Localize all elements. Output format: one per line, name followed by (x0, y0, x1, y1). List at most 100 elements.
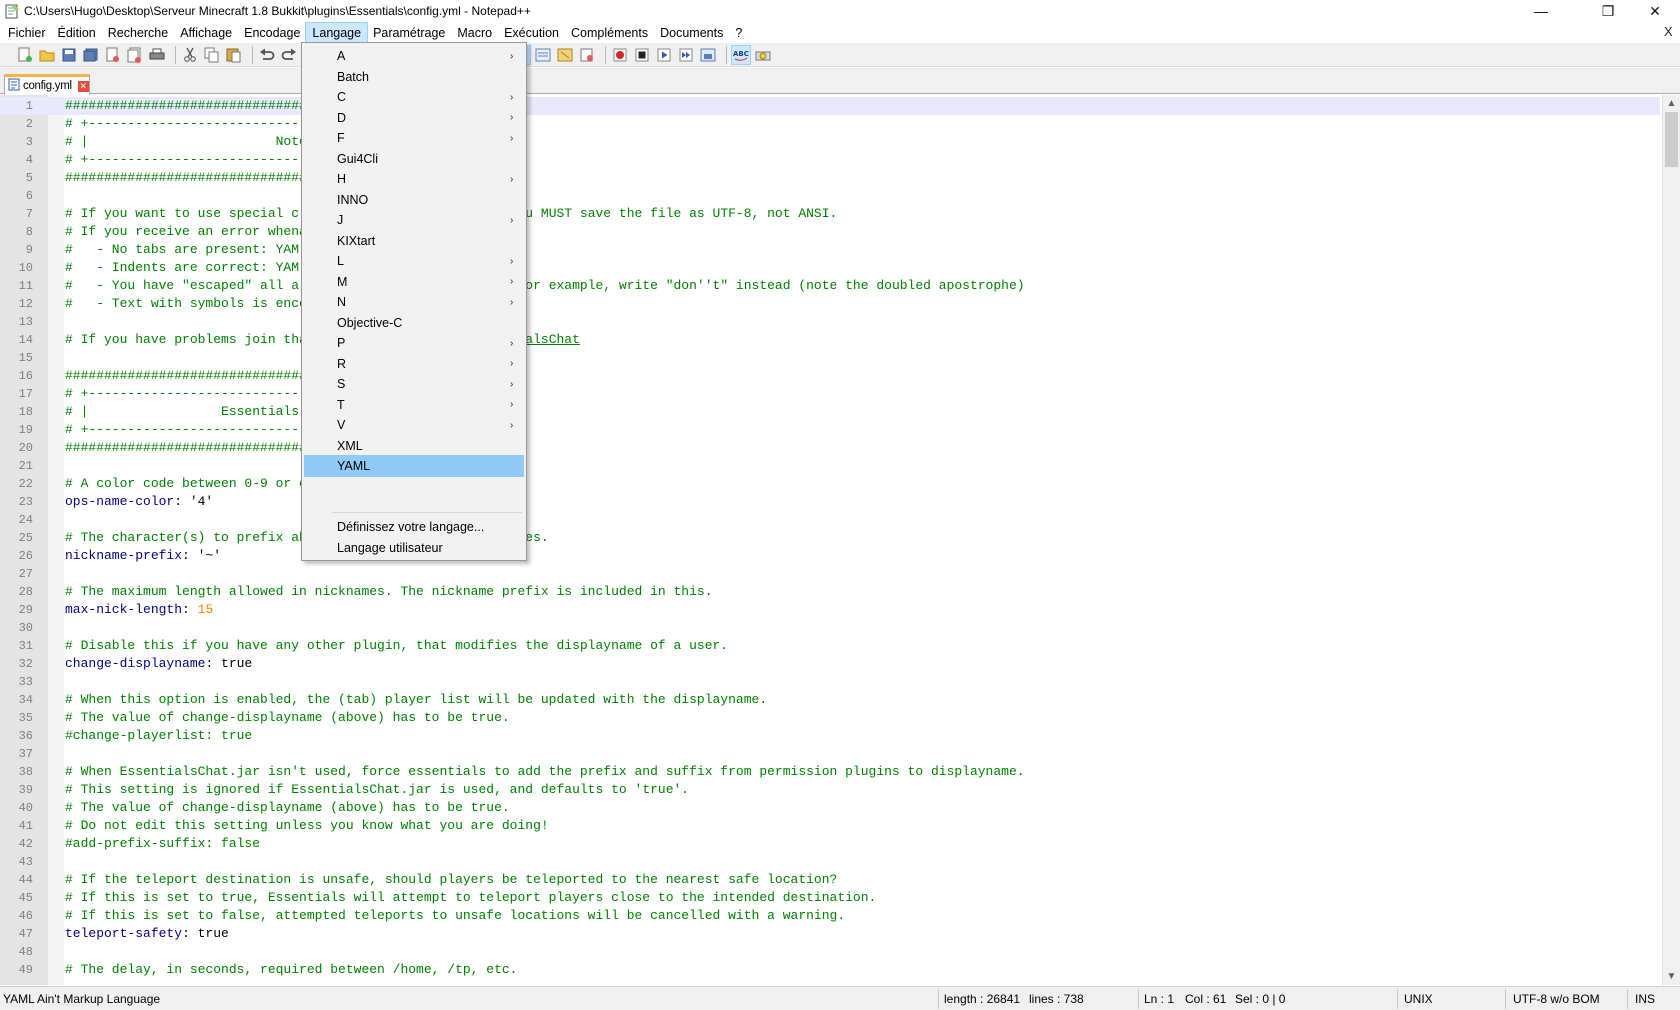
menu-macro[interactable]: Macro (451, 23, 498, 43)
close-document-button[interactable]: X (1664, 24, 1673, 39)
editor[interactable]: 1 ################################# 2 # +--… (0, 95, 1680, 985)
code-line[interactable]: 14# If you have problems join thannel: h… (0, 331, 1660, 349)
plugin-icon[interactable] (754, 46, 772, 64)
stop-macro-icon[interactable] (633, 46, 651, 64)
code-line[interactable]: 49 # The delay, in seconds, required betw… (0, 961, 1660, 979)
scroll-down-icon[interactable]: ▼ (1663, 968, 1680, 985)
copy-icon[interactable] (203, 46, 221, 64)
code-line[interactable]: 17 # +----------------------------- # (0, 385, 1660, 403)
menu-complements[interactable]: Compléments (565, 23, 654, 43)
spell-check-icon[interactable]: ABC (731, 44, 751, 65)
code-line[interactable]: 46 # If this is set to false, attempted t… (0, 907, 1660, 925)
code-line[interactable]: 32 change-displayname: true (0, 655, 1660, 673)
code-line[interactable]: 5 ################################# (0, 169, 1660, 187)
code-line[interactable]: 27 (0, 565, 1660, 583)
code-line[interactable]: 19 # +----------------------------- # (0, 421, 1660, 439)
menu-help[interactable]: ? (729, 23, 748, 43)
language-item-batch[interactable]: Batch (304, 66, 524, 88)
menu-langage[interactable]: Langage (305, 21, 369, 44)
code-line[interactable]: 22 # A color code between 0-9 or e. (0, 475, 1660, 493)
language-item-j[interactable]: J › (304, 209, 524, 231)
code-line[interactable]: 39 # This setting is ignored if Essential… (0, 781, 1660, 799)
language-item-kixtart[interactable]: KIXtart (304, 230, 524, 252)
language-item-objective-c[interactable]: Objective-C (304, 312, 524, 334)
close-window-button[interactable]: ✕ (1632, 0, 1678, 22)
document-map-icon[interactable] (556, 46, 574, 64)
redo-icon[interactable] (280, 46, 298, 64)
code-line[interactable]: 38 # When EssentialsChat.jar isn't used, … (0, 763, 1660, 781)
record-macro-icon[interactable] (611, 46, 629, 64)
language-item-t[interactable]: T › (304, 394, 524, 416)
menu-edition[interactable]: Édition (52, 23, 102, 43)
code-line[interactable]: 41 # Do not edit this setting unless you … (0, 817, 1660, 835)
code-line[interactable]: 11 # - You have "escaped" all a you want … (0, 277, 1660, 295)
minimize-button[interactable]: — (1518, 0, 1564, 22)
code-line[interactable]: 13 (0, 313, 1660, 331)
language-item-m[interactable]: M › (304, 271, 524, 293)
code-line[interactable]: 20 ################################# (0, 439, 1660, 457)
code-line[interactable]: 43 (0, 853, 1660, 871)
language-item-v[interactable]: V › (304, 414, 524, 436)
menu-encodage[interactable]: Encodage (238, 23, 306, 43)
code-line[interactable]: 2 # +----------------------------- # (0, 115, 1660, 133)
undo-icon[interactable] (258, 46, 276, 64)
open-file-icon[interactable] (38, 46, 56, 64)
code-line[interactable]: 40 # The value of change-displayname (abo… (0, 799, 1660, 817)
language-item-f[interactable]: F › (304, 127, 524, 149)
run-macro-multiple-icon[interactable] (677, 46, 695, 64)
code-line[interactable]: 42 #add-prefix-suffix: false (0, 835, 1660, 853)
paste-icon[interactable] (225, 46, 243, 64)
save-icon[interactable] (60, 46, 78, 64)
language-item-p[interactable]: P › (304, 332, 524, 354)
code-line[interactable]: 12# - Text with symbols is encotation ma… (0, 295, 1660, 313)
language-item-xml[interactable]: XML (304, 435, 524, 457)
language-item-n[interactable]: N › (304, 291, 524, 313)
vertical-scrollbar[interactable]: ▲ ▼ (1662, 95, 1680, 985)
cut-icon[interactable] (181, 46, 199, 64)
new-file-icon[interactable] (16, 46, 34, 64)
function-list-icon[interactable] (578, 46, 596, 64)
code-line[interactable]: 44 # If the teleport destination is unsaf… (0, 871, 1660, 889)
code-line[interactable]: 10# - Indents are correct: YAM on indent… (0, 259, 1660, 277)
language-item-d[interactable]: D › (304, 107, 524, 129)
close-file-icon[interactable] (104, 46, 122, 64)
close-all-icon[interactable] (126, 46, 144, 64)
user-language-item[interactable]: Langage utilisateur (304, 537, 524, 559)
code-line[interactable]: 3 # | Note # (0, 133, 1660, 151)
code-line[interactable]: 35 # The value of change-displayname (abo… (0, 709, 1660, 727)
code-line[interactable]: 24 (0, 511, 1660, 529)
menu-recherche[interactable]: Recherche (102, 23, 174, 43)
code-area[interactable]: 1 ################################# 2 # +--… (0, 97, 1660, 979)
code-line[interactable]: 9 # - No tabs are present: YAM (0, 241, 1660, 259)
code-line[interactable]: 16 ################################# (0, 367, 1660, 385)
code-line[interactable]: 47 teleport-safety: true (0, 925, 1660, 943)
code-line[interactable]: 8 # If you receive an error whenat: (0, 223, 1660, 241)
code-line[interactable]: 18 # | Essentials # (0, 403, 1660, 421)
scroll-up-icon[interactable]: ▲ (1663, 95, 1680, 112)
language-item-a[interactable]: A › (304, 45, 524, 67)
code-line[interactable]: 31 # Disable this if you have any other p… (0, 637, 1660, 655)
code-line[interactable]: 30 (0, 619, 1660, 637)
code-line[interactable]: 26 nickname-prefix: '~' (0, 547, 1660, 565)
language-item-c[interactable]: C › (304, 86, 524, 108)
language-item-inno[interactable]: INNO (304, 189, 524, 211)
indent-guide-icon[interactable] (534, 46, 552, 64)
define-language-item[interactable]: Définissez votre langage... (304, 516, 524, 538)
code-line[interactable]: 7 # If you want to use special c such as … (0, 205, 1660, 223)
language-item-h[interactable]: H › (304, 168, 524, 190)
code-line[interactable]: 1 ################################# (0, 97, 1660, 115)
save-macro-icon[interactable] (699, 46, 717, 64)
menu-parametrage[interactable]: Paramétrage (367, 23, 451, 43)
menu-execution[interactable]: Exécution (498, 23, 565, 43)
language-item-s[interactable]: S › (304, 373, 524, 395)
code-line[interactable]: 36 #change-playerlist: true (0, 727, 1660, 745)
code-line[interactable]: 37 (0, 745, 1660, 763)
code-line[interactable]: 29 max-nick-length: 15 (0, 601, 1660, 619)
code-line[interactable]: 15 (0, 349, 1660, 367)
save-all-icon[interactable] (82, 46, 100, 64)
language-item-yaml[interactable]: YAML (304, 455, 524, 477)
maximize-button[interactable]: ❐ (1585, 0, 1631, 22)
menu-affichage[interactable]: Affichage (174, 23, 238, 43)
menu-fichier[interactable]: Fichier (2, 23, 52, 43)
language-item-gui4cli[interactable]: Gui4Cli (304, 148, 524, 170)
